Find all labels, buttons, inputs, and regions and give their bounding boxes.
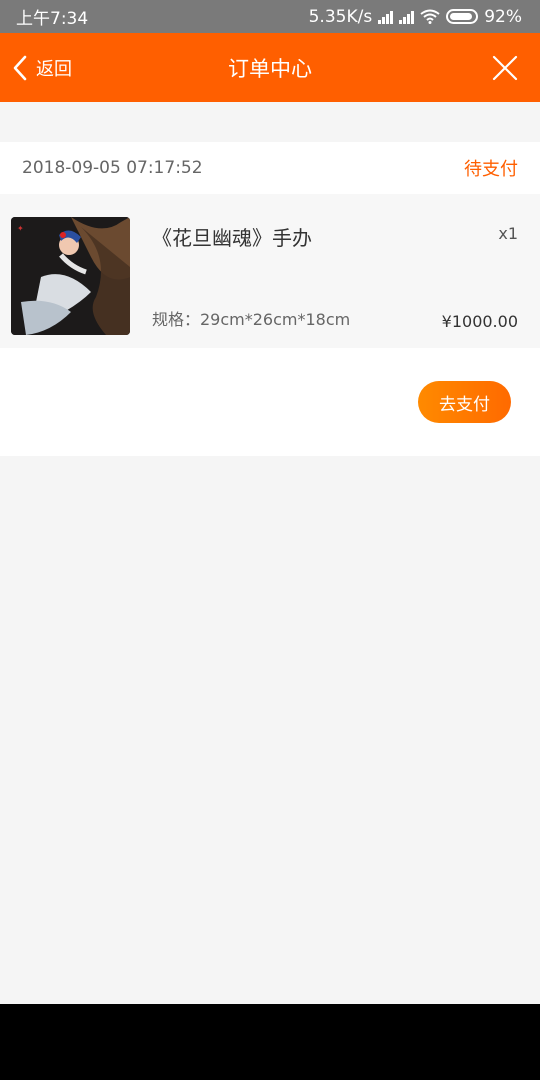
wifi-icon (420, 9, 440, 24)
signal-icon (378, 10, 394, 24)
order-datetime: 2018-09-05 07:17:52 (22, 158, 203, 178)
product-quantity: x1 (498, 224, 518, 243)
battery-icon (446, 9, 479, 24)
network-speed: 5.35K/s (308, 6, 373, 27)
chevron-left-icon (13, 55, 27, 80)
order-header: 2018-09-05 07:17:52 待支付 (0, 142, 540, 194)
svg-text:✦: ✦ (17, 224, 24, 233)
pay-button[interactable]: 去支付 (418, 381, 511, 423)
status-indicators: 5.35K/s 92% (309, 7, 522, 27)
order-actions: 去支付 (0, 348, 540, 456)
battery-fill (450, 13, 473, 20)
order-card: 2018-09-05 07:17:52 待支付 ✦ 《花旦幽魂》手办 x1 规格… (0, 142, 540, 456)
battery-percent: 92% (484, 6, 522, 27)
nav-bar: 返回 订单中心 (0, 33, 540, 102)
page-title: 订单中心 (228, 56, 312, 81)
product-spec: 规格：29cm*26cm*18cm (152, 310, 351, 329)
hd-signal-icon (399, 10, 415, 24)
order-item[interactable]: ✦ 《花旦幽魂》手办 x1 规格：29cm*26cm*18cm ¥1000.00 (0, 194, 540, 348)
back-button[interactable]: 返回 (12, 33, 72, 102)
product-thumbnail: ✦ (11, 217, 130, 335)
back-label: 返回 (36, 58, 72, 80)
order-status: 待支付 (464, 159, 518, 180)
product-title: 《花旦幽魂》手办 (152, 226, 312, 250)
status-time: 上午7:34 (16, 9, 89, 29)
status-bar: 上午7:34 5.35K/s 92% (0, 0, 540, 33)
close-icon[interactable] (492, 55, 518, 81)
system-nav-bar (0, 1004, 540, 1080)
product-price: ¥1000.00 (441, 312, 518, 331)
